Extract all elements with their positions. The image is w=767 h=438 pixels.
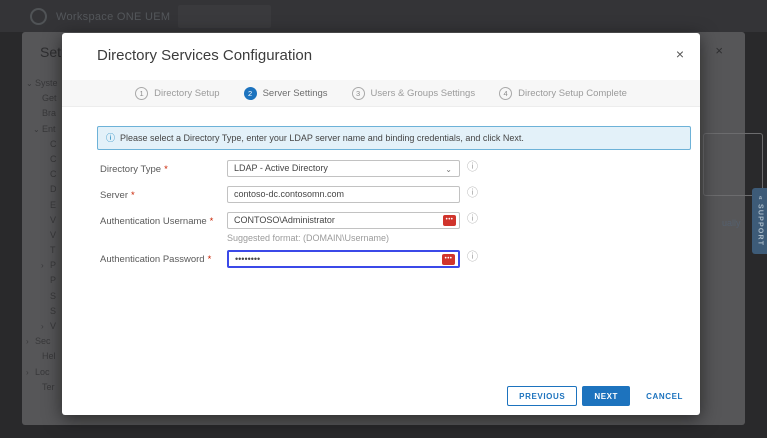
auth-username-row: Authentication Username* CONTOSO\Adminis…: [62, 212, 700, 230]
background-card: [703, 133, 763, 196]
chevron-down-icon: ⌄: [445, 162, 452, 177]
sidebar-item-label: P: [50, 275, 56, 285]
required-asterisk: *: [208, 254, 212, 265]
sidebar-item-label: Ent: [42, 124, 56, 134]
server-label: Server*: [100, 190, 135, 201]
sidebar-item-label: Get: [42, 93, 57, 103]
product-name: Workspace ONE UEM: [56, 11, 170, 23]
directory-type-value: LDAP - Active Directory: [234, 163, 328, 173]
tree-chevron-icon: ›: [41, 261, 44, 270]
auth-username-value: CONTOSO\Administrator: [234, 215, 335, 225]
sidebar-item-label: S: [50, 306, 56, 316]
settings-page-title: Set: [40, 44, 61, 60]
auth-username-label: Authentication Username*: [100, 216, 213, 227]
auth-password-row: Authentication Password* •••••••• ••• ⓘ: [62, 250, 700, 268]
settings-close-icon: ×: [715, 43, 723, 58]
auth-username-helper-text: Suggested format: (DOMAIN\Username): [227, 233, 389, 243]
sidebar-item-label: D: [50, 184, 57, 194]
auth-password-label: Authentication Password*: [100, 254, 211, 265]
required-asterisk: *: [164, 164, 168, 175]
directory-type-info-icon[interactable]: ⓘ: [467, 162, 478, 173]
support-tab: « SUPPORT: [752, 188, 767, 254]
step-label: Users & Groups Settings: [371, 88, 476, 99]
sidebar-item-label: Hel: [42, 351, 56, 361]
sidebar-item-label: T: [50, 245, 56, 255]
auth-username-input[interactable]: CONTOSO\Administrator •••: [227, 212, 460, 229]
background-text-fragment: ually: [722, 218, 741, 228]
sidebar-item-label: C: [50, 139, 57, 149]
tree-chevron-icon: ›: [41, 322, 44, 331]
auth-password-input[interactable]: •••••••• •••: [227, 250, 460, 268]
server-input[interactable]: contoso-dc.contosomn.com: [227, 186, 460, 203]
step-label: Server Settings: [263, 88, 328, 99]
wizard-step[interactable]: 4 Directory Setup Complete: [499, 87, 627, 100]
sidebar-item-label: S: [50, 291, 56, 301]
dialog-actions: PREVIOUS NEXT CANCEL: [507, 386, 694, 406]
sidebar-item-label: C: [50, 169, 57, 179]
sidebar-item-label: Syste: [35, 78, 58, 88]
directory-services-configuration-dialog: Directory Services Configuration × 1 Dir…: [62, 33, 700, 415]
wizard-step[interactable]: 3 Users & Groups Settings: [352, 87, 476, 100]
server-value: contoso-dc.contosomn.com: [234, 189, 344, 199]
info-icon: ⓘ: [106, 134, 115, 143]
workspace-one-logo-icon: [30, 8, 47, 25]
step-number-badge: 2: [244, 87, 257, 100]
sidebar-item-label: Bra: [42, 108, 56, 118]
close-icon[interactable]: ×: [672, 46, 688, 62]
sidebar-item-label: C: [50, 154, 57, 164]
sidebar-item-label: Sec: [35, 336, 51, 346]
sidebar-item-label: E: [50, 200, 56, 210]
info-banner: ⓘ Please select a Directory Type, enter …: [97, 126, 691, 150]
dialog-title: Directory Services Configuration: [97, 47, 312, 64]
auth-username-helper-row: Suggested format: (DOMAIN\Username): [62, 233, 700, 251]
tree-chevron-icon: ›: [26, 337, 29, 346]
password-manager-icon[interactable]: •••: [442, 254, 455, 265]
tree-chevron-icon: ⌄: [26, 79, 33, 88]
required-asterisk: *: [131, 190, 135, 201]
required-asterisk: *: [210, 216, 214, 227]
auth-password-info-icon[interactable]: ⓘ: [467, 252, 478, 263]
auth-username-info-icon[interactable]: ⓘ: [467, 214, 478, 225]
step-number-badge: 3: [352, 87, 365, 100]
info-banner-text: Please select a Directory Type, enter yo…: [120, 133, 524, 143]
app-header: Workspace ONE UEM: [0, 0, 767, 32]
cancel-button[interactable]: CANCEL: [635, 386, 694, 406]
support-tab-label: « SUPPORT: [756, 196, 763, 246]
wizard-step[interactable]: 2 Server Settings: [244, 87, 328, 100]
server-info-icon[interactable]: ⓘ: [467, 188, 478, 199]
wizard-step[interactable]: 1 Directory Setup: [135, 87, 219, 100]
sidebar-item-label: Ter: [42, 382, 55, 392]
directory-type-row: Directory Type* LDAP - Active Directory …: [62, 160, 700, 178]
step-number-badge: 4: [499, 87, 512, 100]
sidebar-item-label: Loc: [35, 367, 50, 377]
server-row: Server* contoso-dc.contosomn.com ⓘ: [62, 186, 700, 204]
sidebar-item-label: P: [50, 260, 56, 270]
step-label: Directory Setup Complete: [518, 88, 627, 99]
tree-chevron-icon: ›: [26, 368, 29, 377]
sidebar-item-label: V: [50, 321, 56, 331]
previous-button[interactable]: PREVIOUS: [507, 386, 577, 406]
next-button[interactable]: NEXT: [582, 386, 630, 406]
tree-chevron-icon: ⌄: [33, 125, 40, 134]
organization-group-selector: [178, 5, 271, 28]
step-number-badge: 1: [135, 87, 148, 100]
sidebar-item-label: V: [50, 230, 56, 240]
directory-type-select[interactable]: LDAP - Active Directory ⌄: [227, 160, 460, 177]
step-label: Directory Setup: [154, 88, 219, 99]
directory-type-label: Directory Type*: [100, 164, 168, 175]
password-manager-icon[interactable]: •••: [443, 215, 456, 226]
auth-password-value: ••••••••: [235, 254, 260, 264]
sidebar-item-label: V: [50, 215, 56, 225]
wizard-stepper: 1 Directory Setup 2 Server Settings 3 Us…: [62, 80, 700, 107]
